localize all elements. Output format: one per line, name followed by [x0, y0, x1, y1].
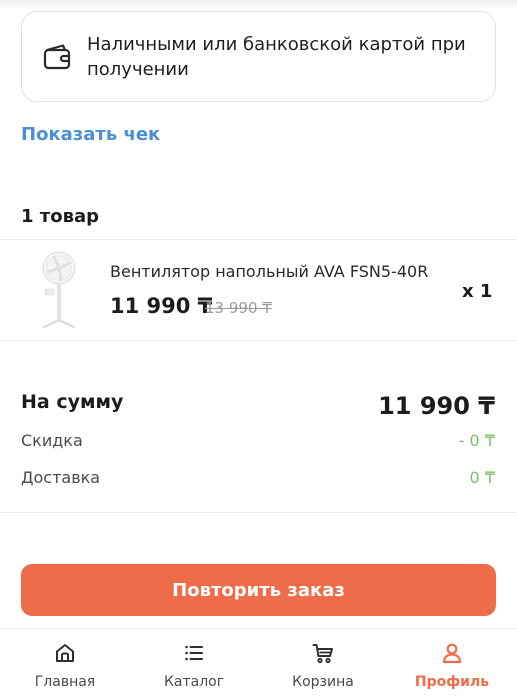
discount-label: Скидка: [21, 431, 83, 450]
cart-icon: [312, 644, 333, 664]
bottom-navigation: Главная Каталог Корзина Профиль: [0, 628, 517, 700]
discount-value: - 0 ₸: [458, 431, 495, 450]
product-quantity: x 1: [462, 281, 493, 302]
list-icon: [185, 645, 203, 661]
nav-label-home: Главная: [34, 674, 96, 690]
repeat-order-button[interactable]: Повторить заказ: [21, 564, 496, 616]
nav-label-profile: Профиль: [414, 674, 490, 690]
total-label: На сумму: [21, 391, 124, 413]
nav-item-cart[interactable]: Корзина: [268, 629, 378, 700]
nav-item-profile[interactable]: Профиль: [397, 629, 507, 700]
divider: [0, 239, 517, 240]
show-receipt-link[interactable]: Показать чек: [21, 124, 160, 145]
delivery-value: 0 ₸: [469, 468, 495, 487]
payment-method-text: Наличными или банковской картой при полу…: [87, 33, 466, 80]
top-fade: [0, 0, 517, 10]
wallet-icon: [43, 43, 71, 69]
product-price: 11 990 ₸: [110, 294, 213, 318]
user-icon: [442, 643, 462, 664]
home-icon: [56, 644, 74, 662]
delivery-label: Доставка: [21, 468, 101, 487]
product-name[interactable]: Вентилятор напольный AVA FSN5-40R: [110, 262, 428, 281]
standing-fan-image[interactable]: [30, 248, 86, 330]
product-old-price: 13 990 ₸: [205, 299, 272, 317]
divider: [0, 340, 517, 341]
divider: [0, 512, 517, 513]
nav-item-home[interactable]: Главная: [10, 629, 120, 700]
items-count: 1 товар: [21, 206, 100, 227]
nav-label-cart: Корзина: [292, 674, 354, 690]
nav-item-catalog[interactable]: Каталог: [139, 629, 249, 700]
nav-label-catalog: Каталог: [163, 674, 225, 690]
total-value: 11 990 ₸: [378, 392, 495, 420]
payment-method-card: Наличными или банковской картой при полу…: [21, 11, 496, 102]
